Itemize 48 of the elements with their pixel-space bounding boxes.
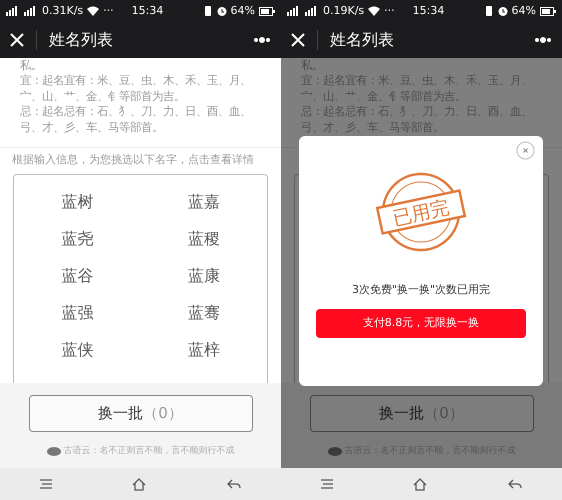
info-text: 宜：起名宜有：米、豆、虫、木、禾、玉、月、 [19, 73, 252, 89]
alarm-icon [498, 6, 508, 16]
page-title: 姓名列表 [49, 29, 113, 51]
more-icon[interactable] [534, 37, 552, 43]
status-dots: ··· [103, 2, 114, 19]
battery-percent: 64% [512, 2, 536, 19]
name-link[interactable]: 蓝梓 [188, 338, 220, 361]
info-text: 忌：起名忌有：石、犭、刀、力、日、酉、血、 [19, 104, 252, 120]
name-link[interactable]: 蓝嘉 [188, 190, 220, 213]
signal-icon [287, 6, 301, 16]
footer-quote: 古语云：名不正则言不顺，言不顺则行不成 [64, 445, 234, 458]
menu-icon[interactable] [321, 479, 334, 489]
clock: 15:34 [132, 2, 164, 19]
info-text: 弓、才、彡、车、马等部首。 [19, 120, 164, 136]
dialog-message: 3次免费"换一换"次数已用完 [352, 282, 490, 298]
signal-icon [24, 6, 38, 16]
pay-button[interactable]: 支付8.8元，无限换一换 [316, 308, 526, 338]
battery-icon [540, 6, 556, 16]
network-speed: 0.31K/s [42, 2, 84, 19]
status-dots: ··· [384, 2, 395, 19]
page-title: 姓名列表 [330, 29, 394, 51]
name-link[interactable]: 蓝强 [61, 302, 94, 324]
name-link[interactable]: 蓝尧 [61, 228, 94, 250]
name-link[interactable]: 蓝康 [188, 264, 220, 287]
signal-icon [6, 6, 20, 16]
more-icon[interactable] [253, 37, 271, 43]
clock: 15:34 [412, 2, 444, 19]
wifi-icon [87, 6, 100, 16]
name-link[interactable]: 蓝稷 [188, 228, 220, 250]
signal-icon [305, 6, 319, 16]
hint-text: 根据输入信息，为您挑选以下名字，点击查看详情 [12, 153, 254, 166]
wifi-icon [368, 6, 380, 16]
menu-icon[interactable] [40, 479, 52, 489]
back-icon[interactable] [508, 479, 522, 489]
name-link[interactable]: 蓝谷 [61, 264, 94, 287]
name-link[interactable]: 蓝树 [61, 190, 94, 213]
name-link[interactable]: 蓝侠 [61, 338, 94, 361]
back-icon[interactable] [226, 479, 241, 489]
alarm-icon [216, 6, 227, 16]
info-text: 宀、山、艹、金、钅等部首为吉。 [19, 88, 186, 104]
battery-icon [259, 6, 275, 16]
home-icon[interactable] [413, 478, 428, 490]
name-link[interactable]: 蓝骞 [188, 302, 220, 324]
info-text: 私。 [19, 58, 43, 74]
network-speed: 0.19K/s [323, 2, 364, 19]
battery-percent: 64% [230, 2, 255, 19]
refresh-button[interactable]: 换一批（0） [28, 395, 252, 432]
home-icon[interactable] [132, 478, 146, 490]
